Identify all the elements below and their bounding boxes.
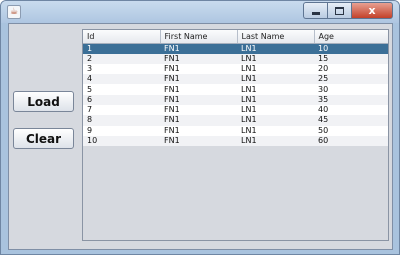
title-bar[interactable]: ☕ x <box>1 1 399 23</box>
java-app-icon[interactable]: ☕ <box>7 5 21 19</box>
app-window: ☕ x Load Clear Id First Name Last Name Age <box>0 0 400 255</box>
table-cell-age[interactable]: 20 <box>314 63 388 75</box>
table-cell-last-name[interactable]: LN1 <box>237 43 314 54</box>
maximize-button[interactable] <box>327 2 351 19</box>
table-cell-first-name[interactable]: FN1 <box>160 104 237 116</box>
content-panel: Load Clear Id First Name Last Name Age 1 FN1… <box>8 23 393 250</box>
close-button[interactable]: x <box>351 2 393 19</box>
data-table: Id First Name Last Name Age 1 FN1 LN1 10 2 FN1 LN… <box>83 30 388 147</box>
close-icon: x <box>368 4 376 17</box>
table-row[interactable]: 1 FN1 LN1 10 <box>83 43 388 54</box>
table-cell-last-name[interactable]: LN1 <box>237 84 314 95</box>
table-row[interactable]: 2 FN1 LN1 15 <box>83 53 388 64</box>
table-cell-age[interactable]: 15 <box>314 53 388 64</box>
table-cell-first-name[interactable]: FN1 <box>160 94 237 105</box>
table-cell-first-name[interactable]: FN1 <box>160 135 237 147</box>
table-cell-age[interactable]: 60 <box>314 135 388 147</box>
table-row[interactable]: 9 FN1 LN1 50 <box>83 125 388 136</box>
caption-buttons: x <box>303 2 393 20</box>
table-cell-id[interactable]: 9 <box>83 125 160 136</box>
table-cell-last-name[interactable]: LN1 <box>237 115 314 126</box>
table-cell-first-name[interactable]: FN1 <box>160 115 237 126</box>
load-button[interactable]: Load <box>13 91 74 112</box>
table-cell-id[interactable]: 8 <box>83 115 160 126</box>
table-row[interactable]: 6 FN1 LN1 35 <box>83 94 388 105</box>
column-header-last-name[interactable]: Last Name <box>237 30 315 44</box>
table-cell-first-name[interactable]: FN1 <box>160 84 237 95</box>
table-row[interactable]: 5 FN1 LN1 30 <box>83 84 388 95</box>
table-header: Id First Name Last Name Age <box>83 30 388 44</box>
maximize-icon <box>335 6 344 15</box>
table-cell-id[interactable]: 7 <box>83 104 160 116</box>
table-row[interactable]: 8 FN1 LN1 45 <box>83 115 388 126</box>
table-cell-age[interactable]: 25 <box>314 74 388 85</box>
table-cell-age[interactable]: 30 <box>314 84 388 95</box>
table-cell-first-name[interactable]: FN1 <box>160 63 237 75</box>
table-cell-id[interactable]: 6 <box>83 94 160 105</box>
table-row[interactable]: 7 FN1 LN1 40 <box>83 104 388 116</box>
column-header-first-name[interactable]: First Name <box>160 30 238 44</box>
table-cell-last-name[interactable]: LN1 <box>237 104 314 116</box>
table-cell-age[interactable]: 35 <box>314 94 388 105</box>
table-cell-id[interactable]: 4 <box>83 74 160 85</box>
table-cell-last-name[interactable]: LN1 <box>237 74 314 85</box>
table-cell-age[interactable]: 45 <box>314 115 388 126</box>
table-cell-first-name[interactable]: FN1 <box>160 43 237 54</box>
table-body: 1 FN1 LN1 10 2 FN1 LN1 15 3 FN1 LN1 20 4 FN1 LN1 25 5 FN1… <box>83 43 388 147</box>
table-cell-age[interactable]: 40 <box>314 104 388 116</box>
minimize-icon <box>311 12 320 15</box>
table-cell-last-name[interactable]: LN1 <box>237 63 314 75</box>
table-cell-first-name[interactable]: FN1 <box>160 74 237 85</box>
minimize-button[interactable] <box>303 2 327 19</box>
table-cell-last-name[interactable]: LN1 <box>237 94 314 105</box>
table-row[interactable]: 3 FN1 LN1 20 <box>83 63 388 75</box>
table-cell-id[interactable]: 2 <box>83 53 160 64</box>
table-cell-first-name[interactable]: FN1 <box>160 125 237 136</box>
column-header-id[interactable]: Id <box>83 30 161 44</box>
column-header-age[interactable]: Age <box>314 30 388 44</box>
clear-button[interactable]: Clear <box>13 128 74 149</box>
table-cell-last-name[interactable]: LN1 <box>237 53 314 64</box>
table-cell-id[interactable]: 5 <box>83 84 160 95</box>
table-cell-last-name[interactable]: LN1 <box>237 135 314 147</box>
table-cell-age[interactable]: 10 <box>314 43 388 54</box>
table-cell-id[interactable]: 3 <box>83 63 160 75</box>
table-cell-first-name[interactable]: FN1 <box>160 53 237 64</box>
table-cell-id[interactable]: 1 <box>83 43 160 54</box>
table-cell-age[interactable]: 50 <box>314 125 388 136</box>
table-cell-last-name[interactable]: LN1 <box>237 125 314 136</box>
table-row[interactable]: 4 FN1 LN1 25 <box>83 74 388 85</box>
table-row[interactable]: 10 FN1 LN1 60 <box>83 135 388 147</box>
table-scroll-pane[interactable]: Id First Name Last Name Age 1 FN1 LN1 10 2 FN1 LN… <box>82 29 389 241</box>
table-cell-id[interactable]: 10 <box>83 135 160 147</box>
